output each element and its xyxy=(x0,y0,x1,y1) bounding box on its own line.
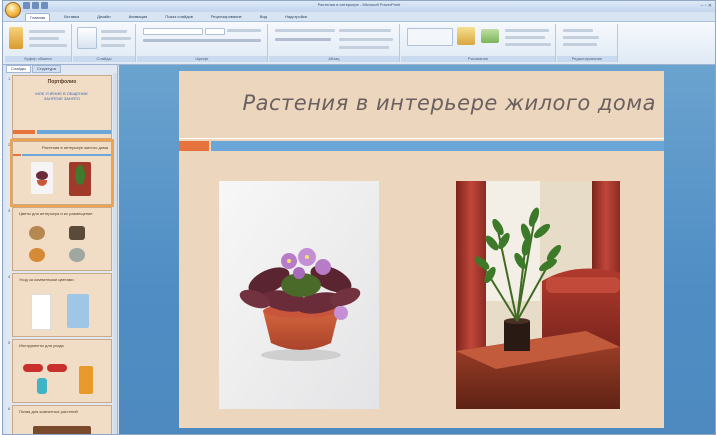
violet-plant-image[interactable] xyxy=(219,181,379,409)
ribbon-group-clipboard: Буфер обмена xyxy=(5,24,72,62)
slide-thumbnail-5[interactable]: 5 Инструменты для ухода xyxy=(8,339,112,403)
thumb-zamioculcas-image xyxy=(69,162,91,196)
thumb-violet-image xyxy=(31,162,53,194)
slide-title[interactable]: Растения в интерьере жилого дома xyxy=(179,91,656,115)
ribbon-group-slides: Слайды xyxy=(73,24,136,62)
zamioculcas-plant-image[interactable] xyxy=(456,181,620,409)
ribbon-group-drawing: Рисование xyxy=(401,24,556,62)
office-button[interactable] xyxy=(5,2,21,18)
window-title: Растения в интерьере - Microsoft PowerPo… xyxy=(317,2,401,7)
ribbon-group-font: Шрифт xyxy=(137,24,268,62)
slide-thumbnail-6[interactable]: 6 Почва для комнатных растений xyxy=(8,405,112,434)
slide-thumbnail-4[interactable]: 4 Уход за комнатными цветами xyxy=(8,273,112,337)
current-slide[interactable]: Растения в интерьере жилого дома xyxy=(179,71,664,428)
slide-editing-area: Растения в интерьере жилого дома xyxy=(119,65,715,434)
pane-tabs: Слайды Структура xyxy=(6,65,61,73)
tab-slides[interactable]: Слайды xyxy=(6,65,31,73)
accent-bar-orange xyxy=(179,141,209,151)
powerpoint-window: Растения в интерьере - Microsoft PowerPo… xyxy=(2,0,716,435)
ribbon: Буфер обмена Слайды Шрифт Абзац Рисовани… xyxy=(3,21,715,65)
new-slide-icon[interactable] xyxy=(77,27,97,49)
ribbon-group-editing: Редактирование xyxy=(557,24,618,62)
pane-scrollbar[interactable] xyxy=(113,73,117,434)
window-controls[interactable]: – ▫ ✕ xyxy=(700,3,712,9)
tab-outline[interactable]: Структура xyxy=(31,65,61,73)
accent-bar-blue xyxy=(211,141,664,151)
slide-thumbnail-1[interactable]: 1 Портфолио МОЕ УЧЕНИЕ В ОБЩЕНИИ. ЗАНЯТИ… xyxy=(8,75,112,139)
slide-thumbnail-2[interactable]: 2 Растения в интерьере жилого дома xyxy=(8,139,114,207)
paste-icon[interactable] xyxy=(9,27,23,49)
slides-pane: Слайды Структура 1 Портфолио МОЕ УЧЕНИЕ … xyxy=(6,65,118,434)
arrange-icon[interactable] xyxy=(457,27,475,45)
title-divider-line xyxy=(179,138,664,139)
quick-styles-icon[interactable] xyxy=(481,29,499,43)
slide-thumbnail-3[interactable]: 3 Цветы для интерьера и их размещение xyxy=(8,207,112,271)
title-bar: Растения в интерьере - Microsoft PowerPo… xyxy=(3,1,715,12)
ribbon-group-paragraph: Абзац xyxy=(269,24,400,62)
